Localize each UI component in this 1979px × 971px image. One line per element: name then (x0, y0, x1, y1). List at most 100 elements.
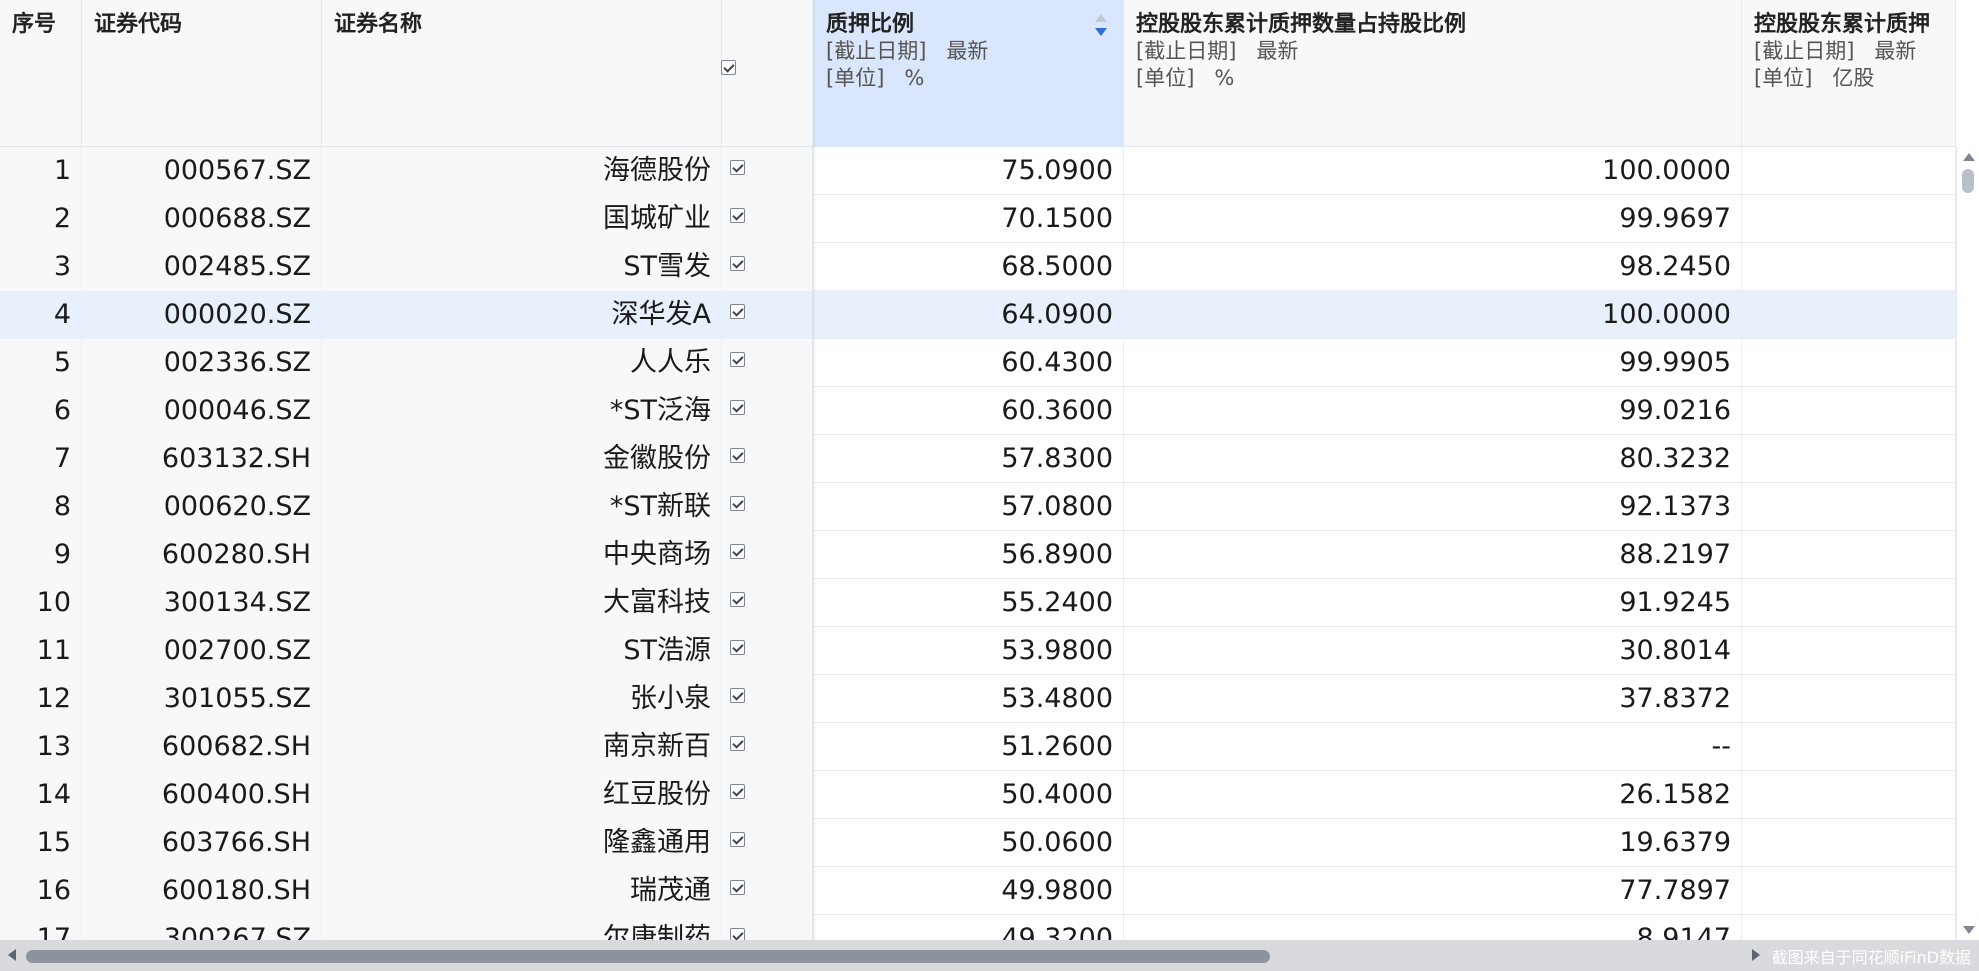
header-code[interactable]: 证券代码 (82, 0, 322, 147)
table-row[interactable]: 6 000046.SZ *ST泛海 60.3600 99.0216 (0, 387, 1956, 435)
row-index: 15 (0, 819, 82, 867)
scroll-left-icon[interactable] (8, 949, 16, 961)
table-row[interactable]: 12 301055.SZ 张小泉 53.4800 37.8372 (0, 675, 1956, 723)
table-row[interactable]: 16 600180.SH 瑞茂通 49.9800 77.7897 (0, 867, 1956, 915)
row-holder-pledge-pct: 92.1373 (1124, 483, 1742, 531)
row-checkbox-cell (722, 771, 814, 819)
row-holder-pledge-qty (1742, 483, 1956, 531)
row-holder-pledge-qty (1742, 627, 1956, 675)
row-holder-pledge-pct: 100.0000 (1124, 147, 1742, 195)
header-index[interactable]: 序号 (0, 0, 82, 147)
scroll-down-icon[interactable] (1963, 926, 1975, 934)
row-holder-pledge-pct: 77.7897 (1124, 867, 1742, 915)
table-row[interactable]: 10 300134.SZ 大富科技 55.2400 91.9245 (0, 579, 1956, 627)
row-holder-pledge-pct: 99.9905 (1124, 339, 1742, 387)
row-code: 000567.SZ (82, 147, 322, 195)
header-select-all[interactable] (721, 0, 814, 147)
header-name-label: 证券名称 (334, 12, 423, 37)
row-checkbox[interactable] (730, 496, 745, 511)
header-name[interactable]: 证券名称 (322, 0, 722, 147)
table-header: 序号 证券代码 证券名称 质押比例 [截止日期] 最新 [单位] % 控股股东累… (0, 0, 1956, 147)
table-row[interactable]: 15 603766.SH 隆鑫通用 50.0600 19.6379 (0, 819, 1956, 867)
row-pledge-ratio: 64.0900 (814, 291, 1124, 339)
table-row[interactable]: 14 600400.SH 红豆股份 50.4000 26.1582 (0, 771, 1956, 819)
row-index: 3 (0, 243, 82, 291)
row-index: 14 (0, 771, 82, 819)
vertical-scrollbar[interactable] (1956, 147, 1979, 940)
row-checkbox[interactable] (730, 736, 745, 751)
row-checkbox[interactable] (730, 880, 745, 895)
table-row[interactable]: 13 600682.SH 南京新百 51.2600 -- (0, 723, 1956, 771)
table-row[interactable]: 3 002485.SZ ST雪发 68.5000 98.2450 (0, 243, 1956, 291)
row-code: 600682.SH (82, 723, 322, 771)
table-row[interactable]: 5 002336.SZ 人人乐 60.4300 99.9905 (0, 339, 1956, 387)
row-name: 中央商场 (322, 531, 722, 579)
header-pledge-ratio-title: 质押比例 (826, 12, 915, 37)
row-checkbox[interactable] (730, 208, 745, 223)
row-holder-pledge-pct: 91.9245 (1124, 579, 1742, 627)
table-row[interactable]: 9 600280.SH 中央商场 56.8900 88.2197 (0, 531, 1956, 579)
sort-desc-icon[interactable] (1095, 14, 1109, 38)
header-holder-pledge-qty[interactable]: 控股股东累计质押 [截止日期] 最新 [单位] 亿股 (1742, 0, 1956, 147)
row-index: 7 (0, 435, 82, 483)
row-pledge-ratio: 70.1500 (814, 195, 1124, 243)
frozen-divider (812, 0, 816, 940)
row-pledge-ratio: 57.0800 (814, 483, 1124, 531)
row-pledge-ratio: 50.4000 (814, 771, 1124, 819)
row-pledge-ratio: 55.2400 (814, 579, 1124, 627)
row-checkbox[interactable] (730, 832, 745, 847)
row-name: 红豆股份 (322, 771, 722, 819)
row-name: 国城矿业 (322, 195, 722, 243)
horizontal-scroll-thumb[interactable] (26, 950, 1270, 963)
row-holder-pledge-pct: 19.6379 (1124, 819, 1742, 867)
header-pledge-ratio-sub: [截止日期] 最新 [单位] % (826, 39, 989, 90)
header-holder-pledge-qty-sub: [截止日期] 最新 [单位] 亿股 (1754, 39, 1917, 90)
row-checkbox[interactable] (730, 592, 745, 607)
table-row[interactable]: 8 000620.SZ *ST新联 57.0800 92.1373 (0, 483, 1956, 531)
table-row[interactable]: 1 000567.SZ 海德股份 75.0900 100.0000 (0, 147, 1956, 195)
row-index: 5 (0, 339, 82, 387)
row-checkbox[interactable] (730, 448, 745, 463)
row-checkbox[interactable] (730, 256, 745, 271)
row-checkbox[interactable] (730, 352, 745, 367)
vertical-scroll-thumb[interactable] (1962, 169, 1974, 193)
row-checkbox[interactable] (730, 688, 745, 703)
row-checkbox-cell (722, 819, 814, 867)
row-index: 4 (0, 291, 82, 339)
row-holder-pledge-pct: 99.9697 (1124, 195, 1742, 243)
row-checkbox[interactable] (730, 400, 745, 415)
row-code: 600280.SH (82, 531, 322, 579)
row-checkbox[interactable] (730, 640, 745, 655)
table-row[interactable]: 7 603132.SH 金徽股份 57.8300 80.3232 (0, 435, 1956, 483)
row-checkbox[interactable] (730, 784, 745, 799)
scroll-right-icon[interactable] (1752, 949, 1760, 961)
row-checkbox[interactable] (730, 544, 745, 559)
row-name: ST浩源 (322, 627, 722, 675)
row-holder-pledge-pct: 100.0000 (1124, 291, 1742, 339)
row-checkbox-cell (722, 483, 814, 531)
row-code: 000688.SZ (82, 195, 322, 243)
table-row[interactable]: 11 002700.SZ ST浩源 53.9800 30.8014 (0, 627, 1956, 675)
table-row[interactable]: 17 300267.SZ 尔康制药 49.3200 8.9147 (0, 915, 1956, 940)
row-name: 海德股份 (322, 147, 722, 195)
scroll-up-icon[interactable] (1963, 153, 1975, 161)
row-code: 301055.SZ (82, 675, 322, 723)
select-all-checkbox[interactable] (721, 60, 736, 75)
row-code: 300134.SZ (82, 579, 322, 627)
row-code: 600180.SH (82, 867, 322, 915)
row-index: 17 (0, 915, 82, 940)
row-holder-pledge-qty (1742, 819, 1956, 867)
header-holder-pledge-pct[interactable]: 控股股东累计质押数量占持股比例 [截止日期] 最新 [单位] % (1124, 0, 1742, 147)
horizontal-scrollbar[interactable]: 截图来自于同花顺iFinD数据 (0, 940, 1979, 971)
row-pledge-ratio: 56.8900 (814, 531, 1124, 579)
row-checkbox[interactable] (730, 160, 745, 175)
row-checkbox[interactable] (730, 928, 745, 940)
row-pledge-ratio: 50.0600 (814, 819, 1124, 867)
table-row[interactable]: 2 000688.SZ 国城矿业 70.1500 99.9697 (0, 195, 1956, 243)
row-checkbox[interactable] (730, 304, 745, 319)
header-pledge-ratio[interactable]: 质押比例 [截止日期] 最新 [单位] % (814, 0, 1124, 147)
table-row[interactable]: 4 000020.SZ 深华发A 64.0900 100.0000 (0, 291, 1956, 339)
row-code: 000620.SZ (82, 483, 322, 531)
header-holder-pledge-pct-title: 控股股东累计质押数量占持股比例 (1136, 12, 1467, 37)
row-holder-pledge-qty (1742, 675, 1956, 723)
